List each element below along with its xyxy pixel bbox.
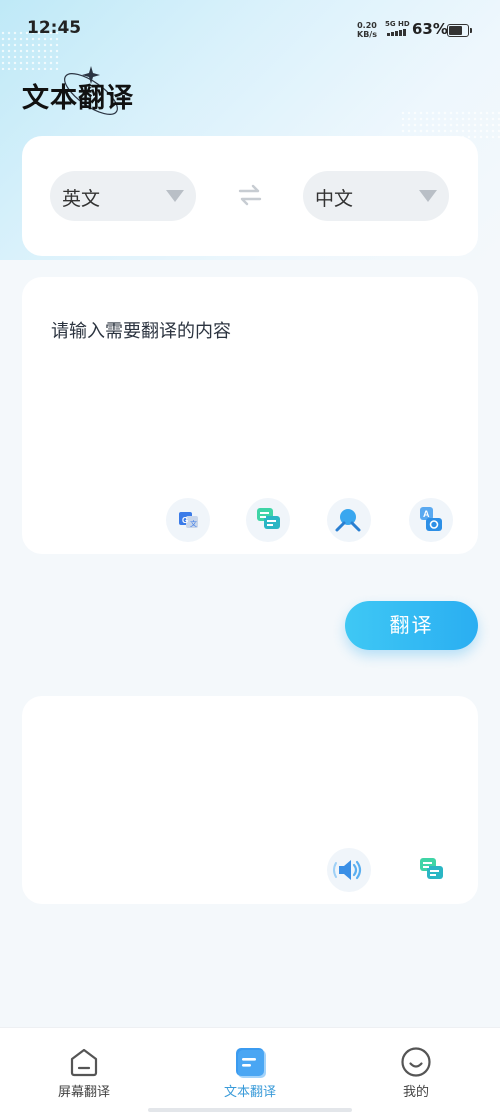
speaker-icon (333, 860, 362, 880)
status-time: 12:45 (27, 18, 82, 38)
status-bar: 12:45 0.20 KB/s 5G HD 63% (0, 0, 500, 60)
svg-text:A: A (423, 509, 430, 519)
input-card[interactable]: 请输入需要翻译的内容 G 文 A (22, 277, 478, 554)
signal-bars-icon (387, 29, 406, 36)
chat-translate-button[interactable] (246, 498, 290, 542)
signal-label: 5G HD (385, 20, 410, 28)
network-speed: 0.20 KB/s (357, 21, 377, 39)
image-recognize-button[interactable]: A (409, 498, 453, 542)
home-indicator[interactable] (148, 1108, 352, 1112)
battery-icon (447, 24, 472, 37)
translate-button[interactable]: 翻译 (345, 601, 478, 650)
bottom-nav: 屏幕翻译 文本翻译 我的 (0, 1027, 500, 1116)
google-translate-icon: G 文 (179, 512, 198, 528)
document-icon (236, 1048, 266, 1078)
battery-percent: 63% (412, 20, 448, 38)
source-language-select[interactable]: 英文 (50, 171, 196, 221)
home-icon (70, 1048, 98, 1077)
search-clear-button[interactable] (327, 498, 371, 542)
nav-label: 我的 (402, 1085, 429, 1100)
search-clear-icon (335, 509, 361, 532)
chat-copy-button[interactable] (409, 848, 453, 892)
svg-text:文: 文 (190, 519, 197, 528)
dropdown-arrow-icon (166, 190, 184, 202)
source-language-label: 英文 (62, 188, 101, 210)
nav-item-mine[interactable]: 我的 (356, 1028, 476, 1108)
smile-icon (401, 1047, 431, 1077)
page-title: 文本翻译 (22, 83, 134, 114)
svg-text:G: G (182, 516, 188, 525)
input-placeholder[interactable]: 请输入需要翻译的内容 (51, 317, 231, 343)
output-card (22, 696, 478, 904)
target-language-label: 中文 (315, 188, 354, 210)
nav-label: 屏幕翻译 (57, 1085, 110, 1100)
swap-languages-icon[interactable] (238, 184, 262, 206)
image-text-recognize-icon: A (420, 507, 442, 531)
chat-bubbles-icon (257, 508, 280, 529)
nav-item-text-translate[interactable]: 文本翻译 (190, 1028, 310, 1108)
chat-bubbles-icon (420, 858, 443, 879)
dropdown-arrow-icon (419, 190, 437, 202)
nav-label: 文本翻译 (223, 1085, 276, 1100)
google-translate-button[interactable]: G 文 (166, 498, 210, 542)
nav-item-screen-translate[interactable]: 屏幕翻译 (24, 1028, 144, 1108)
target-language-select[interactable]: 中文 (303, 171, 449, 221)
speak-button[interactable] (327, 848, 371, 892)
language-selector-card: 英文 中文 (22, 136, 478, 256)
